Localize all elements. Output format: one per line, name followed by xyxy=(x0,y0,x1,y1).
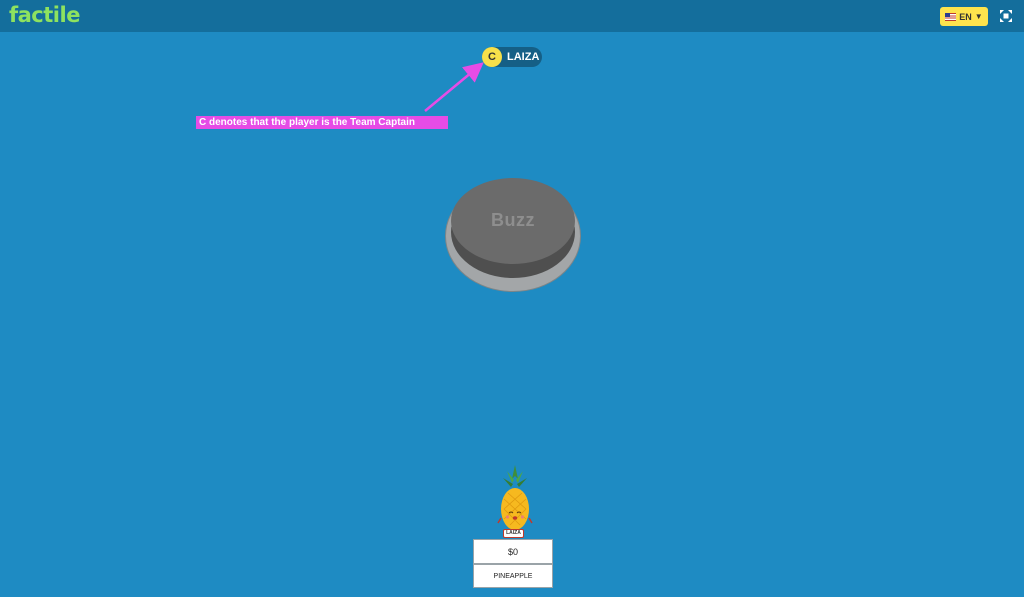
fullscreen-icon[interactable] xyxy=(999,9,1013,23)
team-member-tag: LAIZA xyxy=(503,529,524,538)
buzz-label: Buzz xyxy=(491,209,535,230)
annotation-label: C denotes that the player is the Team Ca… xyxy=(196,116,448,129)
factile-logo: factile xyxy=(9,3,80,27)
player-pill: C LAIZA xyxy=(482,47,542,67)
top-bar: factile EN ▼ xyxy=(0,0,1024,32)
language-selector[interactable]: EN ▼ xyxy=(940,7,988,26)
player-name: LAIZA xyxy=(507,51,540,63)
language-code: EN xyxy=(959,11,972,22)
chevron-down-icon: ▼ xyxy=(974,12,983,21)
buzz-button-top: Buzz xyxy=(451,178,575,264)
us-flag-icon xyxy=(945,12,957,21)
buzz-button[interactable]: Buzz xyxy=(445,178,581,292)
team-score: $0 xyxy=(473,539,553,564)
team-name: PINEAPPLE xyxy=(473,564,553,588)
pineapple-avatar-icon xyxy=(497,465,533,530)
captain-badge: C xyxy=(482,47,502,67)
